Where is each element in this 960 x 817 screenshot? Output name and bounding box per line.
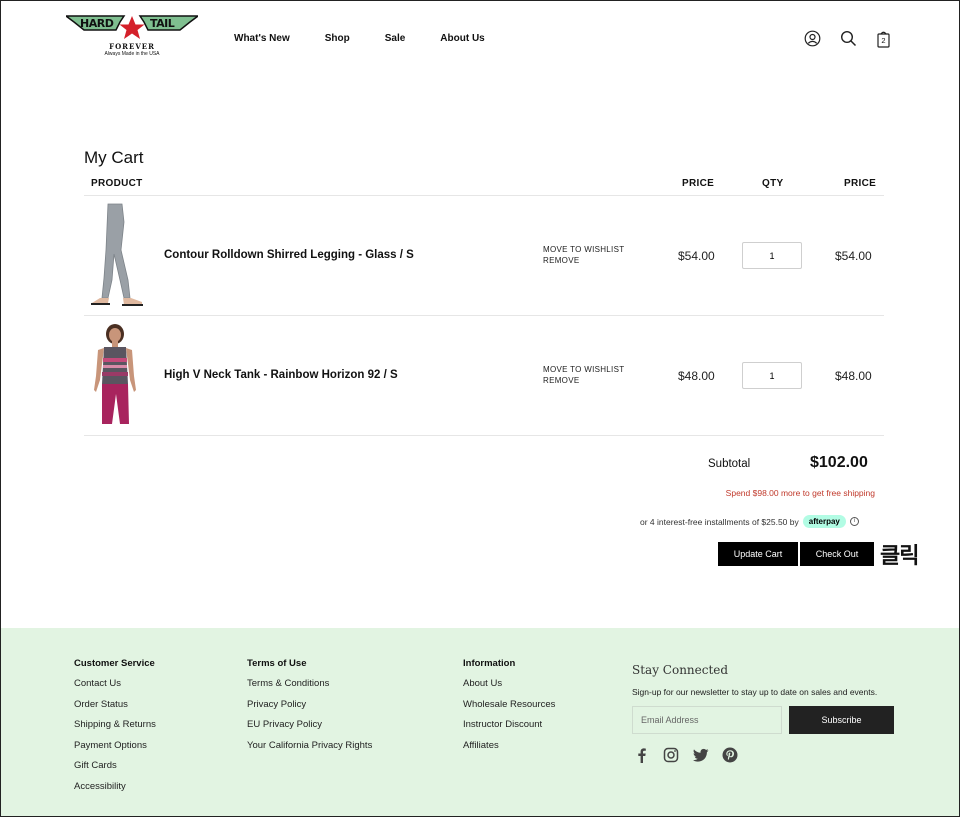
site-footer: Customer Service Contact Us Order Status… — [0, 628, 960, 817]
footer-link-instructor-discount[interactable]: Instructor Discount — [463, 719, 555, 731]
footer-terms: Terms of Use Terms & Conditions Privacy … — [247, 658, 372, 760]
subscribe-button[interactable]: Subscribe — [789, 706, 894, 734]
nav-shop[interactable]: Shop — [325, 33, 350, 44]
footer-heading: Terms of Use — [247, 658, 307, 669]
footer-link-about-us[interactable]: About Us — [463, 678, 555, 690]
quantity-input[interactable] — [742, 362, 802, 389]
nav-whats-new[interactable]: What's New — [234, 33, 290, 44]
unit-price: $48.00 — [678, 369, 715, 383]
email-input[interactable] — [632, 706, 782, 734]
hardtail-logo[interactable]: HARD TAIL FOREVER Always Made in the USA — [66, 14, 198, 60]
footer-information: Information About Us Wholesale Resources… — [463, 658, 555, 760]
footer-link-wholesale[interactable]: Wholesale Resources — [463, 699, 555, 711]
newsletter-description: Sign-up for our newsletter to stay up to… — [632, 687, 878, 697]
page-title: My Cart — [84, 148, 144, 167]
pinterest-icon[interactable] — [722, 747, 738, 763]
logo-subtitle: FOREVER — [109, 42, 155, 51]
info-icon[interactable]: i — [849, 517, 859, 526]
bag-count: 2 — [881, 36, 886, 45]
move-to-wishlist-link[interactable]: MOVE TO WISHLIST — [543, 244, 624, 255]
move-to-wishlist-link[interactable]: MOVE TO WISHLIST — [543, 364, 624, 375]
cart-row: Contour Rolldown Shirred Legging - Glass… — [0, 196, 960, 316]
cart-row: High V Neck Tank - Rainbow Horizon 92 / … — [0, 316, 960, 436]
nav-about-us[interactable]: About Us — [440, 33, 484, 44]
main-nav: What's New Shop Sale About Us — [234, 33, 520, 44]
unit-price: $54.00 — [678, 249, 715, 263]
subtotal-value: $102.00 — [810, 454, 868, 471]
footer-link-gift-cards[interactable]: Gift Cards — [74, 760, 156, 772]
remove-link[interactable]: REMOVE — [543, 255, 624, 266]
header-price: PRICE — [682, 178, 715, 189]
click-annotation: 클릭 — [880, 544, 919, 569]
footer-link-payment-options[interactable]: Payment Options — [74, 740, 156, 752]
logo-tagline: Always Made in the USA — [104, 51, 160, 57]
footer-link-accessibility[interactable]: Accessibility — [74, 781, 156, 793]
cart-table-header: PRODUCT PRICE QTY PRICE — [0, 178, 960, 192]
instagram-icon[interactable] — [663, 747, 679, 763]
item-actions: MOVE TO WISHLIST REMOVE — [543, 364, 624, 386]
twitter-icon[interactable] — [693, 747, 709, 763]
search-icon[interactable] — [840, 30, 858, 48]
footer-link-privacy-policy[interactable]: Privacy Policy — [247, 699, 372, 711]
footer-link-affiliates[interactable]: Affiliates — [463, 740, 555, 752]
footer-heading: Customer Service — [74, 658, 155, 669]
product-name[interactable]: Contour Rolldown Shirred Legging - Glass… — [164, 249, 414, 261]
product-image-tank[interactable] — [86, 322, 146, 430]
divider — [84, 435, 884, 436]
bag-icon[interactable]: 2 — [875, 30, 893, 48]
quantity-input[interactable] — [742, 242, 802, 269]
footer-link-eu-privacy-policy[interactable]: EU Privacy Policy — [247, 719, 372, 731]
footer-link-california-privacy[interactable]: Your California Privacy Rights — [247, 740, 372, 752]
afterpay-text: or 4 interest-free installments of $25.5… — [640, 516, 799, 527]
item-actions: MOVE TO WISHLIST REMOVE — [543, 244, 624, 266]
footer-link-order-status[interactable]: Order Status — [74, 699, 156, 711]
remove-link[interactable]: REMOVE — [543, 375, 624, 386]
afterpay-logo: afterpay — [802, 515, 846, 528]
header-qty: QTY — [762, 178, 784, 189]
footer-heading: Information — [463, 658, 516, 669]
header-product: PRODUCT — [91, 178, 143, 189]
line-total: $54.00 — [835, 249, 872, 263]
facebook-icon[interactable] — [634, 747, 650, 763]
footer-customer-service: Customer Service Contact Us Order Status… — [74, 658, 156, 801]
product-image-legging[interactable] — [86, 202, 146, 310]
account-icon[interactable] — [804, 30, 822, 48]
site-header: HARD TAIL FOREVER Always Made in the USA… — [0, 0, 960, 80]
footer-link-contact-us[interactable]: Contact Us — [74, 678, 156, 690]
line-total: $48.00 — [835, 369, 872, 383]
free-shipping-message: Spend $98.00 more to get free shipping — [725, 488, 875, 498]
newsletter-title: Stay Connected — [632, 663, 729, 677]
footer-link-terms-conditions[interactable]: Terms & Conditions — [247, 678, 372, 690]
nav-sale[interactable]: Sale — [385, 33, 406, 44]
logo-word-right: TAIL — [150, 17, 175, 30]
subtotal-label: Subtotal — [708, 458, 751, 470]
footer-link-shipping-returns[interactable]: Shipping & Returns — [74, 719, 156, 731]
product-name[interactable]: High V Neck Tank - Rainbow Horizon 92 / … — [164, 369, 398, 381]
header-total: PRICE — [844, 178, 877, 189]
checkout-button[interactable]: Check Out — [800, 542, 874, 566]
update-cart-button[interactable]: Update Cart — [718, 542, 798, 566]
logo-word-left: HARD — [80, 17, 114, 30]
afterpay-message: or 4 interest-free installments of $25.5… — [640, 515, 859, 528]
